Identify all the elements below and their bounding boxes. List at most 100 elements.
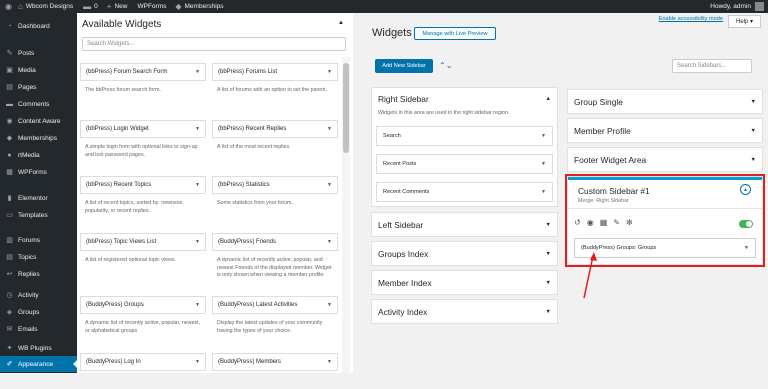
sidebar-item-content-aware[interactable]: ◉ Content Aware bbox=[0, 113, 77, 129]
widget-title-bar[interactable]: (bbPress) Statistics ▼ bbox=[212, 176, 338, 194]
widget-item[interactable]: (BuddyPress) Friends ▼ A dynamic list of r… bbox=[212, 233, 338, 280]
sidebar-item-groups[interactable]: ◈ Groups bbox=[0, 304, 77, 320]
widget-item[interactable]: (BuddyPress) Latest Activities ▼ Display t… bbox=[212, 296, 338, 335]
sidebar-item-activity[interactable]: ◷ Activity bbox=[0, 287, 77, 303]
widget-item[interactable]: (bbPress) Statistics ▼ Some statistics fro… bbox=[212, 176, 338, 208]
widget-item[interactable]: (bbPress) Forum Search Form ▼ The bbPress … bbox=[80, 63, 206, 95]
sidebar-item-appearance[interactable]: ✐ Appearance bbox=[0, 356, 77, 372]
widget-item[interactable]: (bbPress) Login Widget ▼ A simple login fo… bbox=[80, 120, 206, 159]
home-icon: ⌂ bbox=[17, 2, 23, 11]
widget-title-bar[interactable]: (bbPress) Forums List ▼ bbox=[212, 63, 338, 81]
wordpress-logo-icon[interactable]: ◉ bbox=[5, 2, 12, 11]
sidebar-item-templates[interactable]: ▭ Templates bbox=[0, 207, 77, 223]
sidebar-item-posts[interactable]: ✎ Posts bbox=[0, 45, 77, 61]
site-menu[interactable]: ⌂ Wbcom Designs bbox=[18, 2, 73, 11]
sidebar-item-media[interactable]: ▣ Media bbox=[0, 62, 77, 78]
widget-label: Recent Posts bbox=[383, 161, 417, 167]
widget-item[interactable]: (bbPress) Recent Replies ▼ A list of the m… bbox=[212, 120, 338, 152]
avatar[interactable] bbox=[755, 2, 764, 11]
chevron-down-icon: ▼ bbox=[327, 126, 332, 132]
sidebar-item-label: Elementor bbox=[18, 194, 48, 202]
sort-arrows-icon[interactable]: ⌃⌄ bbox=[439, 61, 452, 70]
comments-menu[interactable]: ▬ 0 bbox=[83, 2, 98, 11]
sidebar-panel-member-profile[interactable]: Member Profile ▼ bbox=[567, 118, 763, 143]
sidebar-item-elementor[interactable]: ▮ Elementor bbox=[0, 190, 77, 206]
manage-live-preview-button[interactable]: Manage with Live Preview bbox=[414, 27, 496, 40]
sidebar-widget-row[interactable]: Recent Posts ▼ bbox=[376, 154, 553, 174]
widget-description: A list of the most recent replies. bbox=[217, 144, 291, 150]
replies-icon: ↩ bbox=[6, 271, 13, 278]
sidebar-item-emails[interactable]: ✉ Emails bbox=[0, 321, 77, 337]
sidebar-panel-groups-index[interactable]: Groups Index ▼ bbox=[371, 241, 558, 266]
sidebar-item-dashboard[interactable]: ◔ Dashboard bbox=[0, 18, 77, 34]
chevron-down-icon: ▼ bbox=[327, 359, 332, 365]
widget-name: (bbPress) Topic Views List bbox=[86, 239, 157, 245]
widget-title-bar[interactable]: (BuddyPress) Groups ▼ bbox=[80, 296, 206, 314]
site-name: Wbcom Designs bbox=[25, 3, 74, 10]
widget-title-bar[interactable]: (BuddyPress) Latest Activities ▼ bbox=[212, 296, 338, 314]
sidebar-item-comments[interactable]: ▬ Comments bbox=[0, 96, 77, 112]
sidebar-panel-footer-widget-area[interactable]: Footer Widget Area ▼ bbox=[567, 147, 763, 172]
right-sidebar-title: Right Sidebar bbox=[378, 94, 429, 104]
wpforms-menu[interactable]: WPForms bbox=[137, 3, 166, 10]
media-icon: ▣ bbox=[6, 67, 13, 74]
add-new-sidebar-button[interactable]: Add New Sidebar bbox=[375, 59, 433, 73]
widget-title-bar[interactable]: (bbPress) Login Widget ▼ bbox=[80, 120, 206, 138]
sidebar-item-memberships[interactable]: ◆ Memberships bbox=[0, 130, 77, 146]
howdy-menu[interactable]: Howdy, admin bbox=[710, 3, 751, 10]
search-sidebars-input[interactable]: Search Sidebars... bbox=[672, 59, 752, 73]
sidebar-item-wb-plugins[interactable]: ✦ WB Plugins bbox=[0, 340, 77, 356]
widget-item[interactable]: (bbPress) Topic Views List ▼ A list of reg… bbox=[80, 233, 206, 265]
widget-item[interactable]: (bbPress) Recent Topics ▼ A list of recent… bbox=[80, 176, 206, 215]
sidebar-item-pages[interactable]: ▤ Pages bbox=[0, 79, 77, 95]
plus-icon: + bbox=[106, 2, 112, 11]
sidebar-item-themes[interactable]: Themes bbox=[0, 373, 77, 389]
widget-description: A dynamic list of recently active, popul… bbox=[85, 320, 201, 334]
sidebar-panel-group-single[interactable]: Group Single ▼ bbox=[567, 89, 763, 114]
sidebar-item-wpforms[interactable]: ▦ WPForms bbox=[0, 164, 77, 180]
accessibility-link[interactable]: Enable accessibility mode bbox=[659, 16, 723, 22]
sidebar-panel-left-sidebar[interactable]: Left Sidebar ▼ bbox=[371, 212, 558, 237]
collapse-arrow-icon[interactable]: ▲ bbox=[338, 20, 344, 26]
widget-title-bar[interactable]: (bbPress) Recent Topics ▼ bbox=[80, 176, 206, 194]
memberships-menu[interactable]: ◆ Memberships bbox=[175, 2, 223, 11]
sidebar-header: Groups Index ▼ bbox=[372, 242, 557, 265]
widget-name: (bbPress) Statistics bbox=[218, 182, 270, 188]
sidebar-title: Left Sidebar bbox=[378, 219, 424, 230]
widget-item[interactable]: (BuddyPress) Groups ▼ A dynamic list of re… bbox=[80, 296, 206, 335]
widget-name: (bbPress) Recent Topics bbox=[86, 182, 152, 188]
chevron-down-icon: ▼ bbox=[750, 98, 756, 105]
sidebar-header: Member Profile ▼ bbox=[568, 119, 762, 142]
sidebar-panel-member-index[interactable]: Member Index ▼ bbox=[371, 270, 558, 295]
scrollbar-thumb[interactable] bbox=[343, 63, 349, 153]
sidebar-widget-row[interactable]: Recent Comments ▼ bbox=[376, 182, 553, 202]
widget-item[interactable]: (BuddyPress) Members ▼ bbox=[212, 353, 338, 373]
right-sidebar-description: Widgets in this area are used in the rig… bbox=[378, 110, 510, 116]
sidebar-item-forums[interactable]: ▥ Forums bbox=[0, 232, 77, 248]
sidebar-title: Groups Index bbox=[378, 248, 429, 259]
widget-item[interactable]: (bbPress) Forums List ▼ A list of forums w… bbox=[212, 63, 338, 95]
widget-title-bar[interactable]: (BuddyPress) Log In ▼ bbox=[80, 353, 206, 371]
sidebar-item-topics[interactable]: ▤ Topics bbox=[0, 249, 77, 265]
sidebar-title: Member Profile bbox=[574, 125, 631, 136]
sidebar-header: Activity Index ▼ bbox=[372, 300, 557, 323]
new-menu[interactable]: + New bbox=[107, 2, 128, 11]
sidebar-item-label: Memberships bbox=[18, 134, 58, 142]
widget-title-bar[interactable]: (BuddyPress) Friends ▼ bbox=[212, 233, 338, 251]
widget-title-bar[interactable]: (bbPress) Topic Views List ▼ bbox=[80, 233, 206, 251]
sidebar-header: Group Single ▼ bbox=[568, 90, 762, 113]
sidebar-panel-activity-index[interactable]: Activity Index ▼ bbox=[371, 299, 558, 324]
widget-title-bar[interactable]: (bbPress) Recent Replies ▼ bbox=[212, 120, 338, 138]
sidebar-item-replies[interactable]: ↩ Replies bbox=[0, 266, 77, 282]
sidebar-widget-row[interactable]: Search ▼ bbox=[376, 126, 553, 146]
help-button[interactable]: Help ▾ bbox=[728, 15, 761, 28]
right-sidebar-header[interactable]: Right Sidebar ▲ bbox=[372, 88, 557, 110]
memberships-icon: ◆ bbox=[6, 135, 13, 142]
sidebar-item-label: Themes bbox=[18, 377, 42, 385]
widget-description: The bbPress forum search form. bbox=[85, 87, 161, 93]
widget-title-bar[interactable]: (BuddyPress) Members ▼ bbox=[212, 353, 338, 371]
search-widgets-input[interactable]: Search Widgets... bbox=[82, 37, 346, 51]
sidebar-item-rtmedia[interactable]: ● rtMedia bbox=[0, 147, 77, 163]
widget-title-bar[interactable]: (bbPress) Forum Search Form ▼ bbox=[80, 63, 206, 81]
widget-item[interactable]: (BuddyPress) Log In ▼ bbox=[80, 353, 206, 373]
